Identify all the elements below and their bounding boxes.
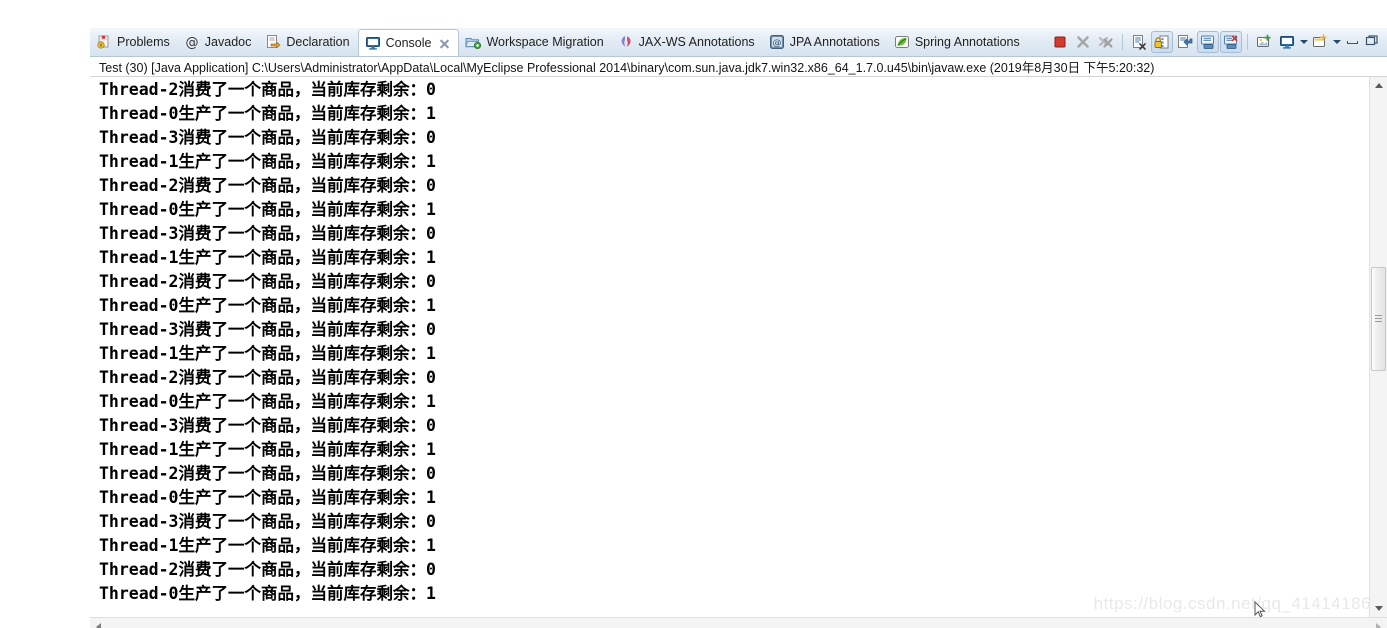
scroll-lock-icon [1154,34,1170,50]
terminate-red-square-icon [1052,34,1068,50]
scroll-up-arrow-icon[interactable] [1370,77,1387,94]
remove-all-xx-icon [1098,34,1114,50]
tab-javadoc-label: Javadoc [204,34,252,49]
show-console-on-output-button[interactable] [1197,31,1219,53]
tab-console-label: Console [385,35,432,50]
remove-x-icon [1075,34,1091,50]
launch-configuration-line: Test (30) [Java Application] C:\Users\Ad… [90,57,1387,77]
show-console-output-icon [1200,34,1216,50]
close-icon[interactable] [439,38,450,49]
view-tab-bar: Problems @ Javadoc Declaration Console W… [90,28,1387,57]
console-line: Thread-1生产了一个商品，当前库存剩余：1 [99,344,436,363]
console-line: Thread-3消费了一个商品，当前库存剩余：0 [99,320,436,339]
console-horizontal-scrollbar[interactable] [90,617,1387,628]
spring-leaf-icon [894,34,910,50]
remove-launch-button[interactable] [1072,31,1094,53]
open-console-button[interactable] [1309,31,1331,53]
svg-text:@: @ [772,39,781,49]
tab-problems-label: Problems [117,34,170,49]
console-monitor-icon [365,35,381,51]
minimize-icon [1346,40,1358,44]
console-line: Thread-0生产了一个商品，当前库存剩余：1 [99,584,436,603]
scroll-down-arrow-icon[interactable] [1370,600,1387,617]
application-window: Problems @ Javadoc Declaration Console W… [0,0,1387,628]
console-vertical-scrollbar[interactable] [1369,77,1387,617]
svg-text:@: @ [185,36,198,51]
console-text-content[interactable]: Thread-2消费了一个商品，当前库存剩余：0 Thread-0生产了一个商品，… [99,78,1351,617]
toolbar-separator-2 [1247,34,1248,50]
console-line: Thread-3消费了一个商品，当前库存剩余：0 [99,128,436,147]
tab-workspace-migration-label: Workspace Migration [486,34,604,49]
console-line: Thread-3消费了一个商品，当前库存剩余：0 [99,416,436,435]
pin-console-button[interactable] [1253,31,1275,53]
tab-declaration[interactable]: Declaration [259,28,357,56]
console-line: Thread-0生产了一个商品，当前库存剩余：1 [99,200,436,219]
minimize-view-button[interactable] [1342,31,1362,53]
tab-spring-annotations[interactable]: Spring Annotations [888,28,1028,56]
console-toolbar [1049,28,1387,56]
pin-console-icon [1256,34,1272,50]
console-line: Thread-3消费了一个商品，当前库存剩余：0 [99,224,436,243]
tab-console[interactable]: Console [357,29,460,56]
console-line: Thread-3消费了一个商品，当前库存剩余：0 [99,512,436,531]
tab-javadoc[interactable]: @ Javadoc [178,28,260,56]
word-wrap-button[interactable] [1174,31,1196,53]
console-line: Thread-2消费了一个商品，当前库存剩余：0 [99,368,436,387]
tab-workspace-migration[interactable]: Workspace Migration [459,28,611,56]
console-output-area[interactable]: Thread-2消费了一个商品，当前库存剩余：0 Thread-0生产了一个商品，… [90,77,1387,617]
show-console-on-error-button[interactable] [1220,31,1242,53]
tab-jaxws-annotations-label: JAX-WS Annotations [638,34,755,49]
clear-console-button[interactable] [1128,31,1150,53]
workspace-migration-icon [465,34,482,50]
word-wrap-icon [1177,34,1193,50]
tab-jpa-annotations[interactable]: @ JPA Annotations [763,28,888,56]
jaxws-icon [618,34,634,50]
console-line: Thread-0生产了一个商品，当前库存剩余：1 [99,296,436,315]
declaration-icon [265,34,281,50]
tab-jaxws-annotations[interactable]: JAX-WS Annotations [612,28,763,56]
vertical-scrollbar-thumb[interactable] [1371,267,1386,371]
tab-problems[interactable]: Problems [90,28,178,56]
remove-all-launches-button[interactable] [1095,31,1117,53]
console-line: Thread-2消费了一个商品，当前库存剩余：0 [99,464,436,483]
console-line: Thread-2消费了一个商品，当前库存剩余：0 [99,80,436,99]
open-console-icon [1312,34,1328,50]
console-view-panel: Problems @ Javadoc Declaration Console W… [90,28,1387,628]
display-console-dropdown-icon[interactable] [1299,31,1308,53]
console-line: Thread-0生产了一个商品，当前库存剩余：1 [99,488,436,507]
tab-declaration-label: Declaration [286,34,350,49]
console-line: Thread-1生产了一个商品，当前库存剩余：1 [99,440,436,459]
clear-console-icon [1131,34,1147,50]
console-line: Thread-2消费了一个商品，当前库存剩余：0 [99,560,436,579]
console-line: Thread-2消费了一个商品，当前库存剩余：0 [99,176,436,195]
scroll-left-arrow-icon[interactable] [90,618,107,628]
scroll-lock-button[interactable] [1151,31,1173,53]
console-line: Thread-1生产了一个商品，当前库存剩余：1 [99,248,436,267]
tab-spring-annotations-label: Spring Annotations [914,34,1020,49]
maximize-icon [1365,34,1381,50]
display-selected-console-button[interactable] [1276,31,1298,53]
console-line: Thread-1生产了一个商品，当前库存剩余：1 [99,536,436,555]
jpa-icon: @ [769,34,785,50]
tab-jpa-annotations-label: JPA Annotations [789,34,880,49]
console-line: Thread-0生产了一个商品，当前库存剩余：1 [99,104,436,123]
open-console-dropdown-icon[interactable] [1332,31,1341,53]
show-console-error-icon [1223,34,1239,50]
display-console-icon [1279,34,1295,50]
console-line: Thread-1生产了一个商品，当前库存剩余：1 [99,152,436,171]
scroll-right-arrow-icon[interactable] [1370,618,1387,628]
scrollbar-grip-icon [1375,315,1382,322]
console-line: Thread-0生产了一个商品，当前库存剩余：1 [99,392,436,411]
terminate-button[interactable] [1049,31,1071,53]
toolbar-separator [1122,34,1123,50]
maximize-view-button[interactable] [1363,31,1383,53]
javadoc-at-icon: @ [184,34,200,51]
console-line: Thread-2消费了一个商品，当前库存剩余：0 [99,272,436,291]
problems-icon [96,34,112,50]
